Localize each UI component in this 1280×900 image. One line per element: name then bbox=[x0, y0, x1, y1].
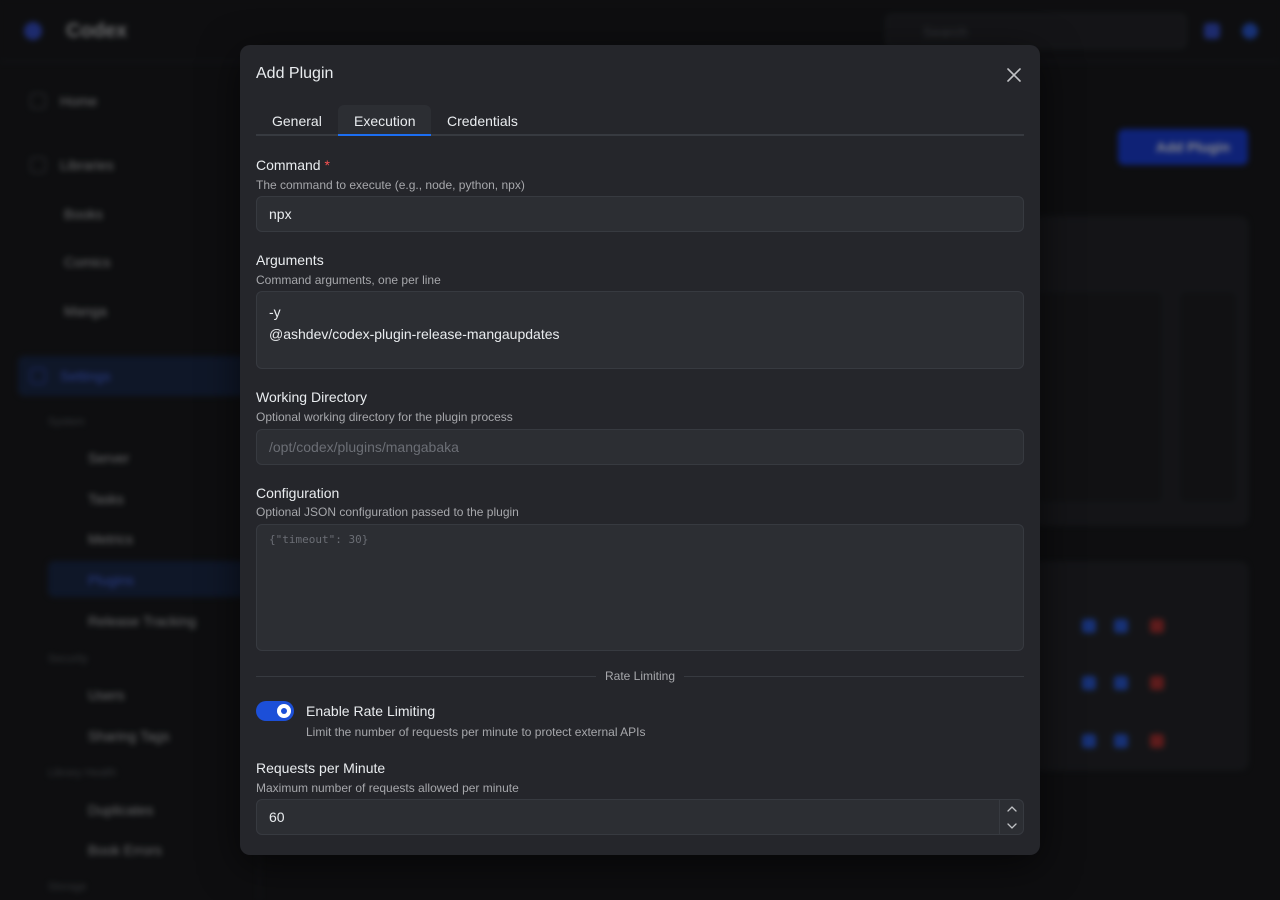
add-plugin-modal: Add Plugin General Execution Credentials… bbox=[240, 45, 1040, 855]
arguments-description: Command arguments, one per line bbox=[256, 273, 441, 287]
rate-limiting-toggle-label[interactable]: Enable Rate Limiting bbox=[306, 703, 435, 719]
chevron-up-icon bbox=[1007, 805, 1017, 812]
tab-general[interactable]: General bbox=[256, 105, 338, 136]
configuration-description: Optional JSON configuration passed to th… bbox=[256, 505, 519, 519]
command-label: Command * bbox=[256, 157, 330, 173]
requests-per-minute-input[interactable] bbox=[256, 799, 1024, 835]
rate-limiting-toggle[interactable] bbox=[256, 701, 294, 721]
arguments-label: Arguments bbox=[256, 252, 324, 268]
configuration-label: Configuration bbox=[256, 485, 340, 501]
working-directory-label: Working Directory bbox=[256, 389, 367, 405]
requests-per-minute-label: Requests per Minute bbox=[256, 760, 386, 776]
working-directory-input[interactable] bbox=[256, 429, 1024, 465]
working-directory-description: Optional working directory for the plugi… bbox=[256, 410, 513, 424]
tab-execution[interactable]: Execution bbox=[338, 105, 432, 136]
modal-title: Add Plugin bbox=[256, 65, 334, 82]
command-input[interactable] bbox=[256, 196, 1024, 232]
requests-per-minute-description: Maximum number of requests allowed per m… bbox=[256, 781, 519, 795]
tab-list: General Execution Credentials bbox=[256, 105, 1024, 136]
rate-limiting-divider: Rate Limiting bbox=[256, 669, 1024, 683]
toggle-knob bbox=[277, 704, 291, 718]
rate-limiting-divider-label: Rate Limiting bbox=[596, 669, 684, 683]
quantity-stepper bbox=[999, 800, 1023, 834]
close-button[interactable] bbox=[1002, 63, 1026, 87]
increment-button[interactable] bbox=[1000, 800, 1024, 817]
toggle-knob-dot bbox=[281, 708, 287, 714]
tab-credentials[interactable]: Credentials bbox=[431, 105, 534, 136]
close-icon bbox=[1007, 68, 1021, 82]
arguments-textarea[interactable] bbox=[256, 291, 1024, 369]
command-label-text: Command bbox=[256, 157, 321, 173]
decrement-button[interactable] bbox=[1000, 817, 1024, 834]
configuration-textarea[interactable] bbox=[256, 524, 1024, 651]
rate-limiting-toggle-description: Limit the number of requests per minute … bbox=[306, 725, 646, 739]
chevron-down-icon bbox=[1007, 822, 1017, 829]
required-mark: * bbox=[324, 157, 330, 173]
command-description: The command to execute (e.g., node, pyth… bbox=[256, 178, 525, 192]
